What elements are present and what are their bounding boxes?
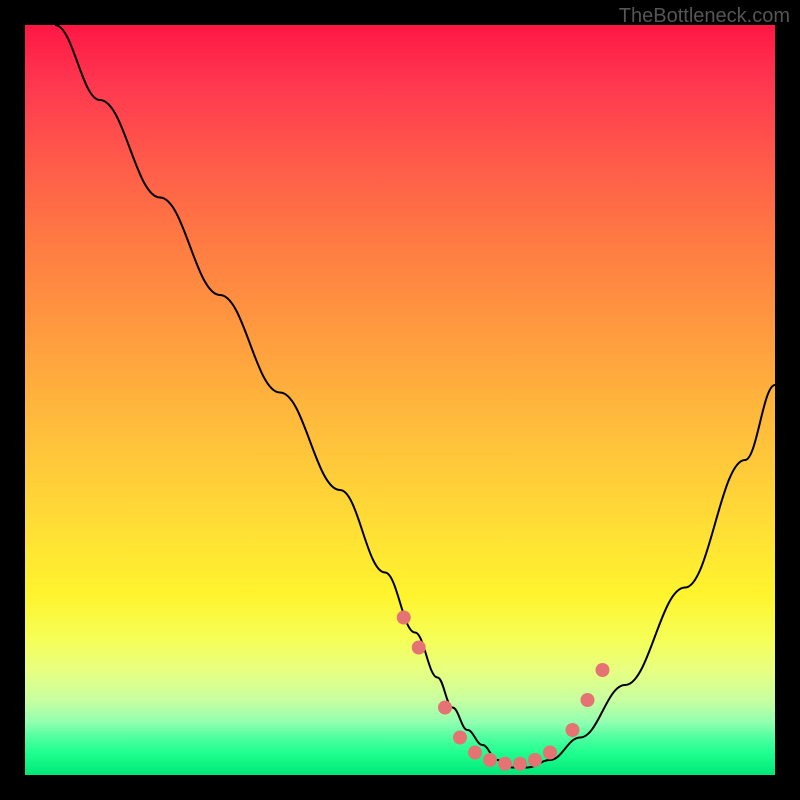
data-marker — [438, 701, 452, 715]
data-markers — [397, 611, 610, 771]
chart-svg — [25, 25, 775, 775]
data-marker — [543, 746, 557, 760]
data-marker — [581, 693, 595, 707]
data-marker — [498, 757, 512, 771]
data-marker — [397, 611, 411, 625]
data-marker — [566, 723, 580, 737]
data-marker — [453, 731, 467, 745]
data-marker — [468, 746, 482, 760]
data-marker — [596, 663, 610, 677]
data-marker — [513, 757, 527, 771]
watermark-text: TheBottleneck.com — [619, 5, 790, 28]
data-marker — [528, 753, 542, 767]
chart-plot-area — [25, 25, 775, 775]
bottleneck-curve — [55, 25, 775, 768]
data-marker — [483, 753, 497, 767]
data-marker — [412, 641, 426, 655]
